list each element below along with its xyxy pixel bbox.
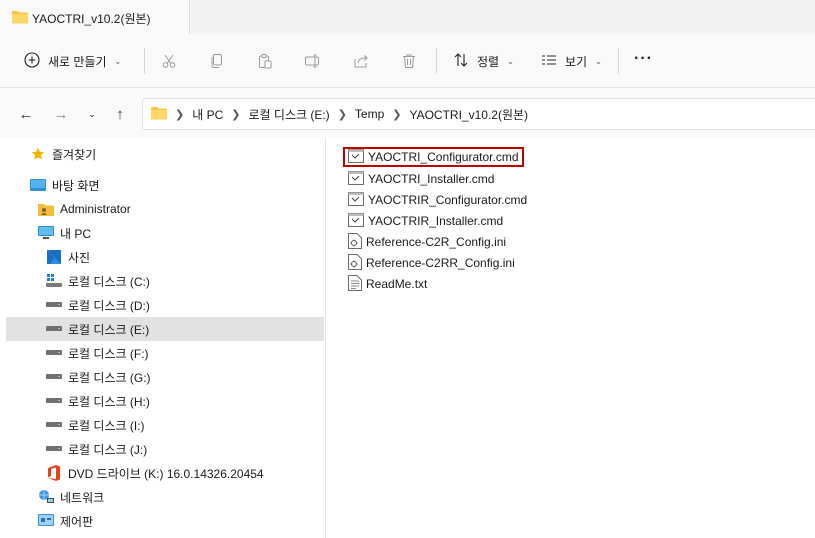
sidebar-item-control-panel[interactable]: 제어판 [6, 509, 324, 533]
divider [144, 48, 145, 74]
recent-locations-chevron-icon[interactable]: ⌄ [82, 104, 102, 124]
office-dvd-icon [46, 465, 62, 481]
delete-icon[interactable] [398, 50, 420, 72]
drive-icon [46, 441, 62, 457]
drive-icon [46, 369, 62, 385]
user-folder-icon [38, 201, 54, 217]
navigation-pane: 즐겨찾기 바탕 화면 Administrator 내 PC 사진 로컬 디스크 … [0, 138, 326, 538]
network-icon [38, 489, 54, 505]
chevron-down-icon: ⌄ [507, 56, 514, 66]
breadcrumb-item[interactable]: Temp [355, 107, 384, 121]
window-title: YAOCTRI_v10.2(원본) [32, 12, 151, 26]
sidebar-item-drive-e[interactable]: 로컬 디스크 (E:) [6, 317, 324, 341]
sidebar-item-desktop[interactable]: 바탕 화면 [6, 173, 324, 197]
sort-label: 정렬 [477, 54, 500, 69]
breadcrumb-item[interactable]: YAOCTRI_v10.2(원본) [409, 106, 528, 123]
ini-file-icon [348, 232, 362, 252]
drive-icon [46, 345, 62, 361]
sidebar-item-favorites[interactable]: 즐겨찾기 [6, 142, 324, 166]
file-item[interactable]: ReadMe.txt [345, 274, 430, 294]
file-item[interactable]: Reference-C2R_Config.ini [345, 232, 509, 252]
ini-file-icon [348, 253, 362, 273]
sidebar-item-administrator[interactable]: Administrator [6, 197, 324, 221]
view-label: 보기 [565, 54, 588, 69]
pc-icon [38, 225, 54, 241]
cmd-file-icon [348, 191, 364, 209]
divider [618, 48, 619, 74]
chevron-down-icon: ⌄ [114, 56, 122, 66]
file-item[interactable]: YAOCTRIR_Configurator.cmd [345, 190, 530, 210]
file-item[interactable]: Reference-C2RR_Config.ini [345, 253, 518, 273]
drive-icon [46, 393, 62, 409]
txt-file-icon [348, 274, 362, 294]
desktop-icon [30, 177, 46, 193]
breadcrumb-item[interactable]: 로컬 디스크 (E:) [248, 106, 329, 123]
drive-icon [46, 297, 62, 313]
sort-button[interactable]: 정렬 ⌄ [447, 48, 520, 74]
plus-circle-icon [24, 51, 40, 71]
sidebar-item-drive-j[interactable]: 로컬 디스크 (J:) [6, 437, 324, 461]
share-icon[interactable] [350, 50, 372, 72]
paste-icon[interactable] [254, 50, 276, 72]
sidebar-item-drive-c[interactable]: 로컬 디스크 (C:) [6, 269, 324, 293]
divider [436, 48, 437, 74]
more-options-button[interactable]: ··· [634, 50, 653, 68]
sidebar-item-drive-h[interactable]: 로컬 디스크 (H:) [6, 389, 324, 413]
sidebar-item-photos[interactable]: 사진 [6, 245, 324, 269]
view-button[interactable]: 보기 ⌄ [535, 48, 608, 74]
chevron-down-icon: ⌄ [595, 56, 602, 66]
window-tab[interactable]: YAOCTRI_v10.2(원본) [0, 0, 190, 34]
file-list: YAOCTRI_Configurator.cmd YAOCTRI_Install… [327, 138, 815, 538]
sidebar-item-dvd-k[interactable]: DVD 드라이브 (K:) 16.0.14326.20454 [6, 461, 324, 485]
file-item[interactable]: YAOCTRI_Installer.cmd [345, 169, 497, 189]
cmd-file-icon [348, 212, 364, 230]
view-list-icon [541, 52, 557, 71]
command-bar: 새로 만들기 ⌄ 정렬 ⌄ 보기 ⌄ ··· [0, 34, 815, 88]
file-item[interactable]: YAOCTRIR_Installer.cmd [345, 211, 506, 231]
sidebar-item-this-pc[interactable]: 내 PC [6, 221, 324, 245]
sidebar-item-network[interactable]: 네트워크 [6, 485, 324, 509]
sort-icon [453, 52, 469, 71]
copy-icon[interactable] [206, 50, 228, 72]
drive-icon [46, 321, 62, 337]
chevron-right-icon[interactable]: ❯ [231, 108, 240, 121]
cut-icon[interactable] [158, 50, 180, 72]
control-panel-icon [38, 513, 54, 529]
new-button[interactable]: 새로 만들기 ⌄ [16, 48, 129, 74]
back-arrow-icon[interactable]: ← [16, 104, 36, 124]
star-icon [30, 146, 46, 162]
sidebar-item-drive-d[interactable]: 로컬 디스크 (D:) [6, 293, 324, 317]
navigation-bar: ← → ⌄ ↑ ❯ 내 PC ❯ 로컬 디스크 (E:) ❯ Temp ❯ YA… [0, 88, 815, 138]
cmd-file-icon [348, 170, 364, 188]
chevron-right-icon[interactable]: ❯ [175, 108, 184, 121]
new-button-label: 새로 만들기 [48, 54, 107, 69]
sidebar-item-drive-i[interactable]: 로컬 디스크 (I:) [6, 413, 324, 437]
file-item[interactable]: YAOCTRI_Configurator.cmd [343, 147, 524, 167]
forward-arrow-icon[interactable]: → [51, 104, 71, 124]
folder-icon [12, 10, 28, 27]
breadcrumb-item[interactable]: 내 PC [192, 106, 223, 123]
folder-icon [151, 106, 167, 123]
sidebar-item-drive-f[interactable]: 로컬 디스크 (F:) [6, 341, 324, 365]
chevron-right-icon[interactable]: ❯ [338, 108, 347, 121]
rename-icon[interactable] [302, 50, 324, 72]
up-arrow-icon[interactable]: ↑ [110, 104, 130, 124]
drive-icon [46, 417, 62, 433]
cmd-file-icon [348, 148, 364, 166]
system-drive-icon [46, 273, 62, 289]
photos-icon [46, 249, 62, 265]
chevron-right-icon[interactable]: ❯ [392, 108, 401, 121]
title-bar: YAOCTRI_v10.2(원본) [0, 0, 815, 34]
address-bar[interactable]: ❯ 내 PC ❯ 로컬 디스크 (E:) ❯ Temp ❯ YAOCTRI_v1… [142, 98, 815, 130]
sidebar-item-drive-g[interactable]: 로컬 디스크 (G:) [6, 365, 324, 389]
